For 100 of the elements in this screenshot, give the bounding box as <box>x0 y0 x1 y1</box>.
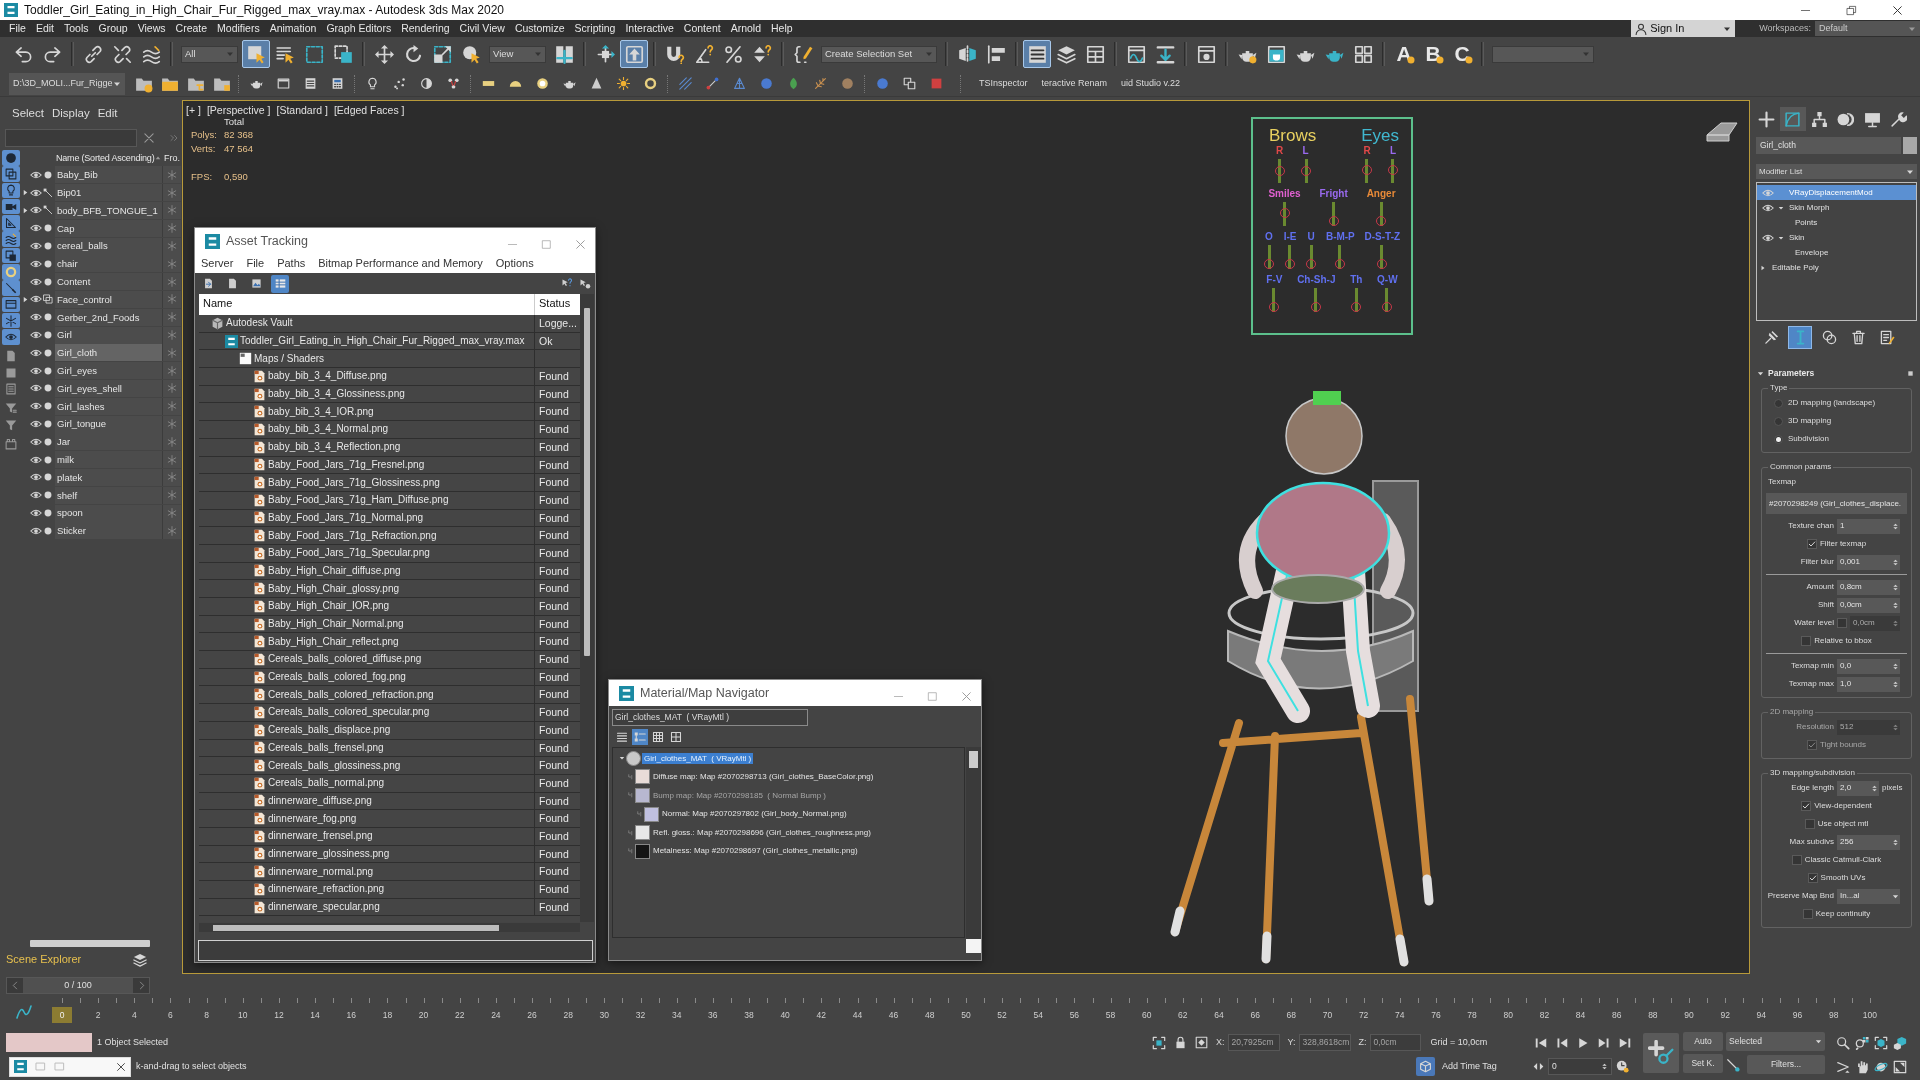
dropdown[interactable]: In...al <box>1837 888 1900 904</box>
freeze-cell[interactable] <box>162 344 181 362</box>
filter-toggle[interactable] <box>1 198 20 215</box>
number-field[interactable]: 256 <box>1837 834 1900 850</box>
freeze-cell[interactable] <box>162 379 181 397</box>
object-name-cell[interactable]: Face_control <box>55 290 162 308</box>
frame-navigator[interactable]: 0 / 100 <box>6 976 150 994</box>
freeze-cell[interactable] <box>162 397 181 415</box>
asset-row[interactable]: Baby_High_Chair_IOR.png Found <box>199 598 580 616</box>
object-name-cell[interactable]: Girl_eyes_shell <box>55 379 162 397</box>
menu-item[interactable]: Options <box>495 256 534 271</box>
auto-key-button[interactable]: Auto <box>1683 1032 1723 1051</box>
map-tree-label[interactable]: Metalness: Map #2070298697 (Girl_clothes_metallic.png) <box>651 845 860 858</box>
filter-toggle[interactable] <box>1 166 20 182</box>
set-key-mode-button[interactable]: Set K. <box>1683 1054 1723 1073</box>
object-color-swatch[interactable] <box>1903 137 1917 154</box>
asset-row[interactable]: baby_bib_3_4_Diffuse.png Found <box>199 368 580 386</box>
menu-item[interactable]: Scripting <box>571 22 619 35</box>
object-name-cell[interactable]: spoon <box>55 504 162 522</box>
object-name-cell[interactable]: chair <box>55 255 162 273</box>
freeze-cell[interactable] <box>162 522 181 540</box>
clear-icon[interactable] <box>143 131 155 144</box>
list-icon[interactable] <box>304 77 317 90</box>
collapse-arrow-icon[interactable] <box>619 755 625 762</box>
bracket-square-icon[interactable] <box>1152 1035 1166 1050</box>
track-bar[interactable]: 0 2 4 6 8 10 12 14 16 18 20 22 24 26 28 30 32 34 36 38 40 42 44 46 48 50 52 54 56 58 60 62 64 66 68 70 72 74 76 78 80 82 84 86 88 90 92 94 96 98 100 <box>52 998 1880 1026</box>
view-mode-button[interactable] <box>650 729 666 745</box>
number-field[interactable]: 0,8cm <box>1837 579 1900 595</box>
modifier-row[interactable]: Envelope <box>1757 245 1916 260</box>
asset-row[interactable]: Autodesk Vault Logge... <box>199 315 580 333</box>
map-tree-label[interactable]: Diffuse map: Map #2070298713 (Girl_clothes_BaseColor.png) <box>651 771 876 783</box>
scrollbar[interactable] <box>580 294 594 922</box>
menu-item[interactable]: Edit <box>32 22 57 35</box>
object-name-cell[interactable]: body_BFB_TONGUE_1 <box>55 202 162 219</box>
object-name-cell[interactable]: Girl_cloth <box>55 344 162 362</box>
freeze-cell[interactable] <box>162 255 181 273</box>
time-tag-label[interactable]: Add Time Tag <box>1442 1061 1497 1072</box>
viewport-menu-label[interactable]: [Perspective ] <box>206 104 271 117</box>
dropdown[interactable]: Create Selection Set <box>821 45 937 63</box>
script-listener-field[interactable] <box>6 1033 92 1052</box>
object-name-cell[interactable]: Girl_eyes <box>55 362 162 380</box>
lock-icon[interactable] <box>1174 1036 1187 1049</box>
checkbox[interactable] <box>1791 855 1802 865</box>
object-name-cell[interactable]: Girl_lashes <box>55 397 162 415</box>
cone-icon[interactable] <box>590 77 603 90</box>
half-circle-icon[interactable] <box>420 77 433 90</box>
object-name-cell[interactable]: platek <box>55 468 162 486</box>
menu-item[interactable]: Modifiers <box>214 22 263 35</box>
clock-icon[interactable] <box>1616 1060 1629 1073</box>
column-header[interactable]: Name <box>199 294 534 315</box>
asset-row[interactable]: Cereals_balls_colored_refraction.png Found <box>199 686 580 705</box>
freeze-cell[interactable] <box>162 184 181 202</box>
expand-arrow-icon[interactable] <box>1760 264 1766 271</box>
checkbox[interactable] <box>1807 873 1818 883</box>
filter-toggle[interactable] <box>1 231 20 247</box>
shortcut-override-button[interactable] <box>620 40 648 68</box>
filter-toggle[interactable] <box>1 247 20 264</box>
sign-in-dropdown[interactable]: Sign In <box>1631 20 1736 37</box>
expand-arrow-icon[interactable] <box>22 189 29 197</box>
freeze-cell[interactable] <box>162 202 181 219</box>
map-tree-label[interactable]: Refl. gloss.: Map #2070298696 (Girl_clothes_roughness.png) <box>651 826 873 839</box>
overlapping-squares-icon[interactable] <box>903 77 916 90</box>
object-name-cell[interactable]: milk <box>55 451 162 469</box>
nodes-icon[interactable] <box>447 77 460 90</box>
diamond-square-icon[interactable] <box>1195 1036 1208 1049</box>
number-field[interactable]: 0,001 <box>1837 554 1900 570</box>
asset-row[interactable]: baby_bib_3_4_IOR.png Found <box>199 403 580 422</box>
object-name-cell[interactable]: Cap <box>55 219 162 237</box>
rollout-title[interactable]: Parameters <box>1768 367 1815 379</box>
menu-item[interactable]: Interactive <box>622 22 677 35</box>
object-name-cell[interactable]: Content <box>55 273 162 291</box>
pyramid-icon[interactable] <box>733 77 746 90</box>
asset-row[interactable]: dinnerware_fog.png Found <box>199 810 580 828</box>
disc-icon[interactable] <box>841 77 854 90</box>
texmap-button[interactable]: #2070298249 (Girl_clothes_displace. <box>1766 493 1907 514</box>
search-field[interactable] <box>5 128 137 147</box>
freeze-cell[interactable] <box>162 486 181 504</box>
asset-row[interactable]: dinnerware_normal.png Found <box>199 863 580 881</box>
dropdown[interactable]: View <box>489 45 546 63</box>
object-name-cell[interactable]: shelf <box>55 486 162 504</box>
scrollbar-thumb[interactable] <box>213 924 499 931</box>
split-arrows-icon[interactable] <box>1533 1061 1544 1072</box>
object-name-field[interactable]: Girl_cloth <box>1756 137 1901 154</box>
freeze-cell[interactable] <box>162 415 181 433</box>
layers-icon[interactable] <box>133 953 148 967</box>
number-field[interactable]: 0,0 <box>1837 658 1900 674</box>
freeze-cell[interactable] <box>162 468 181 486</box>
toolbar-script-button[interactable]: uid Studio v.22 <box>1121 78 1180 89</box>
scrollbar[interactable] <box>966 747 981 953</box>
modify-tab[interactable] <box>1779 107 1806 131</box>
number-field[interactable]: 1,0 <box>1837 676 1900 692</box>
viewport-menu-label[interactable]: [+ ] <box>186 104 201 117</box>
object-name-cell[interactable]: Bip01 <box>55 184 162 202</box>
object-name-cell[interactable]: Sticker <box>55 522 162 540</box>
collapse-arrow-icon[interactable] <box>1778 204 1784 211</box>
filter-toggle[interactable] <box>1 215 20 231</box>
scrollbar-thumb[interactable] <box>30 940 150 947</box>
checkbox[interactable] <box>1802 909 1813 919</box>
toolbar-script-button[interactable]: TSInspector <box>979 78 1028 89</box>
asset-row[interactable]: Cereals_balls_glossiness.png Found <box>199 757 580 775</box>
